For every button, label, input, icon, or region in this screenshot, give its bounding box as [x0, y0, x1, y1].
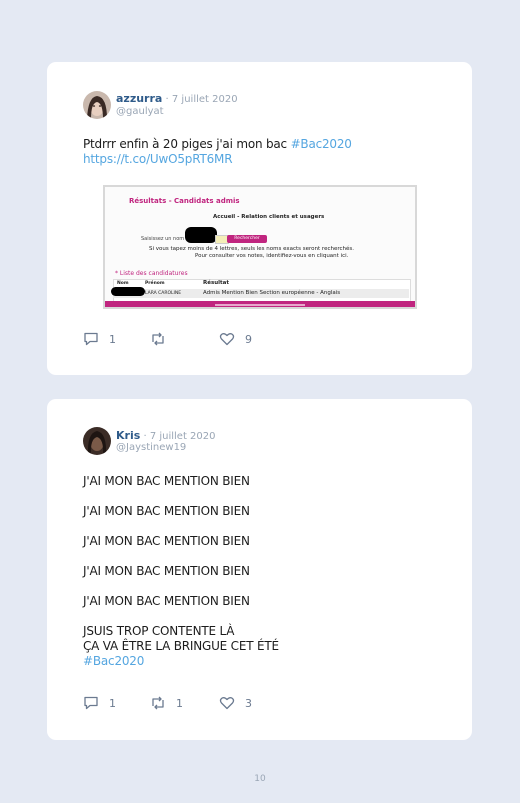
- avatar[interactable]: [83, 427, 111, 455]
- tweet-card: Kris · 7 juillet 2020 @Jaystinew19 J'AI …: [47, 399, 472, 740]
- avatar[interactable]: [83, 91, 111, 119]
- author-handle[interactable]: @Jaystinew19: [116, 442, 186, 453]
- hashtag-link[interactable]: #Bac2020: [83, 654, 452, 669]
- author-name[interactable]: Kris: [116, 429, 140, 442]
- tweet-line: ÇA VA ÊTRE LA BRINGUE CET ÉTÉ: [83, 639, 279, 653]
- retweet-button[interactable]: [150, 332, 176, 346]
- retweet-icon: [152, 696, 164, 710]
- reply-count: 1: [109, 696, 116, 710]
- author-name-row: Kris · 7 juillet 2020: [116, 429, 216, 442]
- tweet-text: J'AI MON BAC MENTION BIEN J'AI MON BAC M…: [83, 474, 452, 669]
- author-name[interactable]: azzurra: [116, 92, 162, 105]
- reply-button[interactable]: 1: [83, 332, 116, 346]
- like-icon: [219, 333, 235, 346]
- tweet-line: J'AI MON BAC MENTION BIEN: [83, 564, 250, 578]
- like-button[interactable]: 9: [219, 332, 252, 346]
- tweet-line: JSUIS TROP CONTENTE LÀ: [83, 624, 235, 638]
- shot-title: Accueil - Relation clients et usagers: [213, 214, 325, 220]
- tweet-text: Ptdrrr enfin à 20 piges j'ai mon bac #Ba…: [83, 137, 452, 167]
- like-count: 9: [245, 332, 252, 346]
- shot-instruction-1: Si vous tapez moins de 4 lettres, seuls …: [149, 246, 354, 252]
- tweet-date: · 7 juillet 2020: [162, 94, 238, 105]
- redaction-mark: [111, 287, 145, 296]
- tweet-actions: 1 1 3: [83, 696, 283, 712]
- reply-button[interactable]: 1: [83, 696, 116, 710]
- shot-footer-line: [215, 304, 305, 306]
- like-count: 3: [245, 696, 252, 710]
- hashtag-link[interactable]: #Bac2020: [291, 137, 352, 151]
- shot-col-result: Résultat: [203, 280, 230, 286]
- tweet-line: J'AI MON BAC MENTION BIEN: [83, 474, 250, 488]
- tweet-card: azzurra · 7 juillet 2020 @gaulyat Ptdrrr…: [47, 62, 472, 375]
- tweet-line: J'AI MON BAC MENTION BIEN: [83, 504, 250, 518]
- like-button[interactable]: 3: [219, 696, 252, 710]
- shot-search-button: Rechercher: [227, 235, 267, 243]
- shot-header: Résultats - Candidats admis: [129, 197, 240, 205]
- author-handle[interactable]: @gaulyat: [116, 106, 164, 117]
- reply-icon: [84, 332, 98, 346]
- tweet-url-link[interactable]: https://t.co/UwO5pRT6MR: [83, 152, 233, 166]
- retweet-count: 1: [176, 696, 183, 710]
- shot-col-firstname: Prénom: [145, 281, 165, 286]
- tweet-line: J'AI MON BAC MENTION BIEN: [83, 594, 250, 608]
- tweet-line: J'AI MON BAC MENTION BIEN: [83, 534, 250, 548]
- reply-icon: [84, 696, 98, 710]
- shot-instruction-2: Pour consulter vos notes, identifiez-vou…: [195, 253, 349, 259]
- retweet-button[interactable]: 1: [150, 696, 183, 710]
- page-number: 10: [254, 774, 266, 784]
- shot-col-name: Nom: [117, 281, 129, 286]
- shot-search-label: Saisissez un nom :: [141, 236, 188, 242]
- embedded-screenshot[interactable]: Résultats - Candidats admis Accueil - Re…: [103, 185, 417, 309]
- like-icon: [219, 697, 235, 710]
- retweet-icon: [152, 332, 164, 346]
- reply-count: 1: [109, 332, 116, 346]
- tweet-text-body: Ptdrrr enfin à 20 piges j'ai mon bac: [83, 137, 291, 151]
- shot-row-firstname: LARA CAROLINE: [145, 291, 182, 296]
- shot-row-result: Admis Mention Bien Section européenne - …: [203, 290, 341, 296]
- tweet-actions: 1 9: [83, 332, 283, 348]
- tweet-date: · 7 juillet 2020: [140, 431, 216, 442]
- author-name-row: azzurra · 7 juillet 2020: [116, 92, 238, 105]
- redaction-mark: [185, 227, 217, 243]
- shot-list-title: * Liste des candidatures: [115, 270, 188, 277]
